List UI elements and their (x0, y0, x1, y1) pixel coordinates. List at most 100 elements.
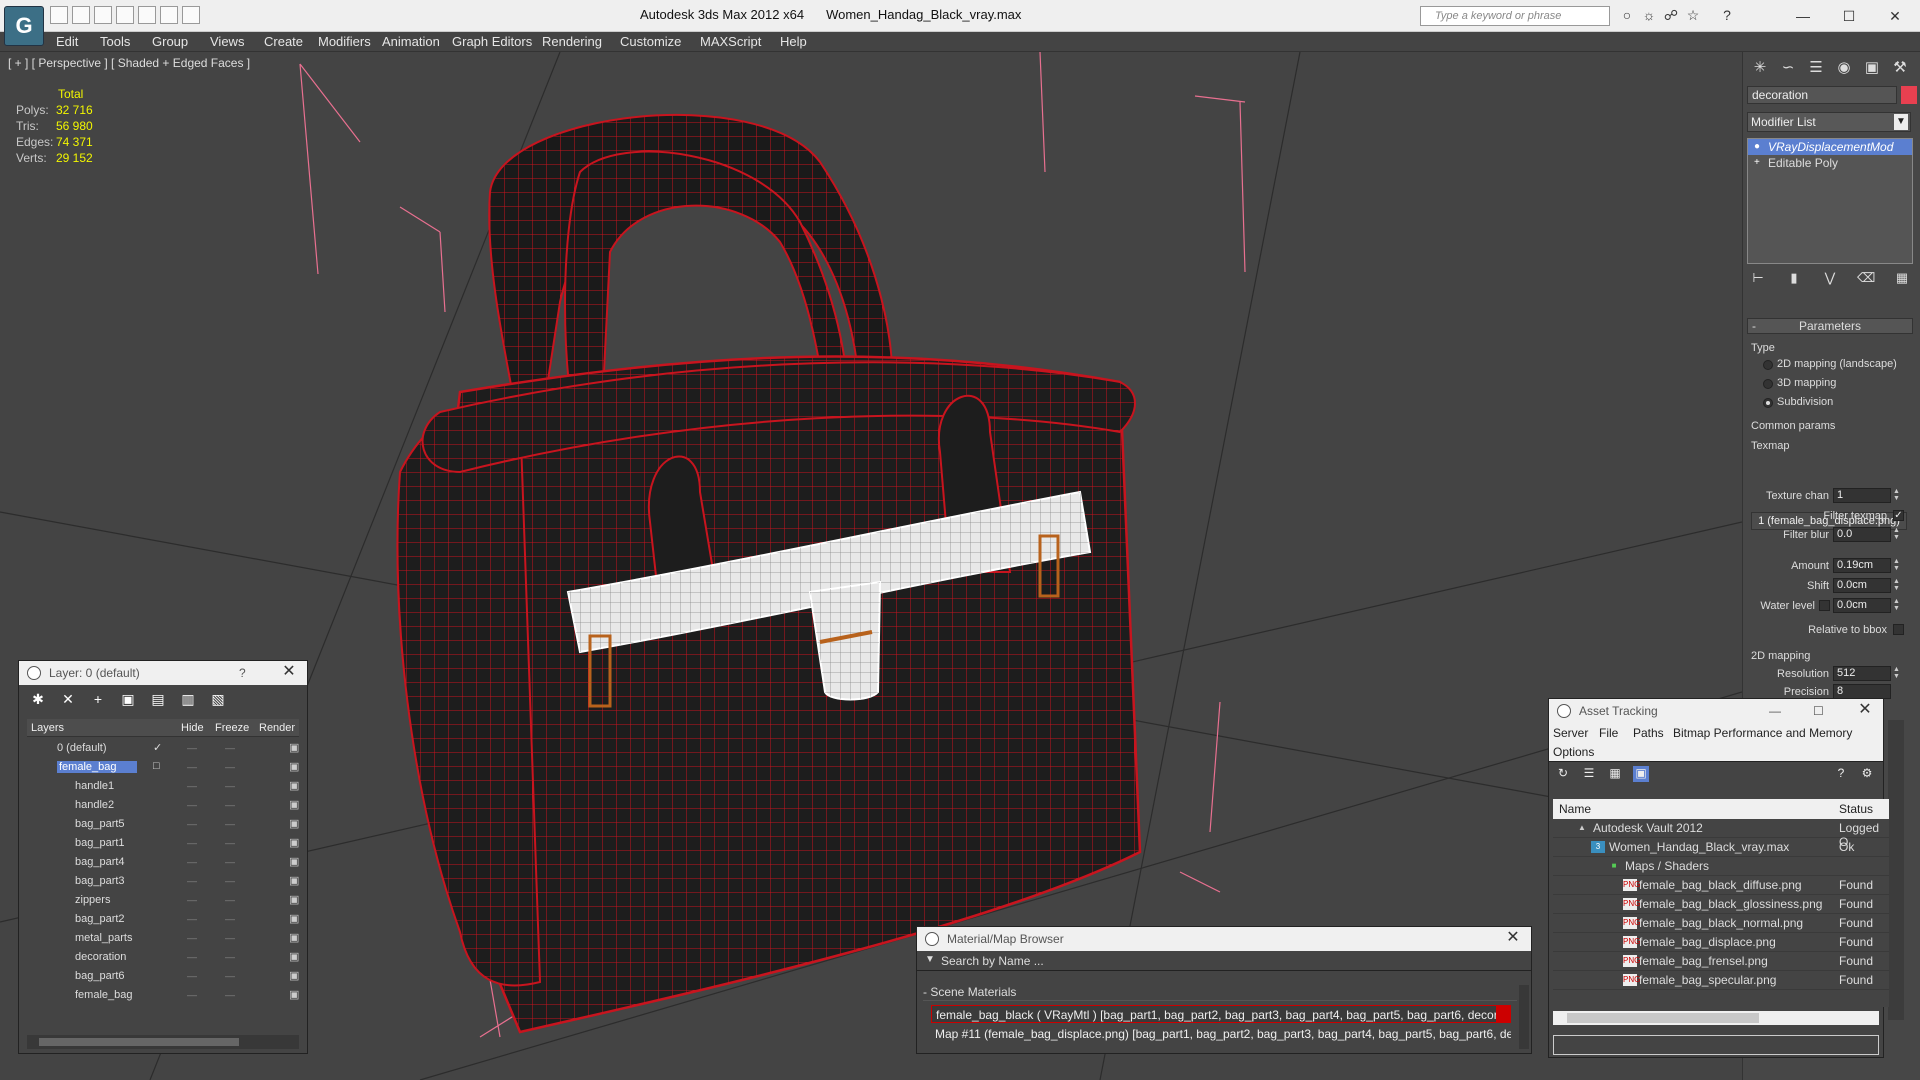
table-view-icon[interactable]: ▣ (1633, 766, 1649, 782)
material-row[interactable]: female_bag_black ( VRayMtl ) [bag_part1,… (931, 1005, 1511, 1023)
asset-row[interactable]: PNG female_bag_black_normal.png Found (1553, 914, 1889, 933)
lightbulb-icon[interactable]: ● (1754, 141, 1764, 152)
menu-maxscript[interactable]: MAXScript (700, 34, 761, 49)
menu-help[interactable]: Help (780, 34, 807, 49)
make-unique-icon[interactable]: ⋁ (1821, 270, 1839, 290)
asset-horizontal-scrollbar[interactable] (1553, 1011, 1879, 1025)
material-vertical-scrollbar[interactable] (1519, 985, 1529, 1049)
relative-bbox-checkbox[interactable] (1893, 624, 1904, 635)
help-icon[interactable]: ? (239, 661, 246, 685)
viewport-label[interactable]: [ + ] [ Perspective ] [ Shaded + Edged F… (8, 56, 250, 70)
redo-icon[interactable] (116, 6, 134, 24)
layer-window-title[interactable]: Layer: 0 (default) ? (19, 661, 307, 685)
layer-row[interactable]: female_bag –– –– ▣ (27, 986, 299, 1005)
layer-row[interactable]: bag_part5 –– –– ▣ (27, 815, 299, 834)
display-tab-icon[interactable]: ▣ (1863, 58, 1881, 76)
asset-window-title[interactable]: Asset Tracking — ☐ (1549, 699, 1883, 723)
object-color-swatch[interactable] (1901, 86, 1917, 104)
asset-row[interactable]: PNG female_bag_specular.png Found (1553, 971, 1889, 990)
delete-layer-icon[interactable]: ✕ (59, 691, 77, 709)
hide-all-icon[interactable]: ▥ (179, 691, 197, 709)
precision-spinner[interactable]: 8 (1833, 684, 1891, 699)
scrollbar-thumb[interactable] (39, 1038, 239, 1046)
menu-tools[interactable]: Tools (100, 34, 130, 49)
layer-row[interactable]: 0 (default) ✓ –– –– ▣ (27, 739, 299, 758)
save-icon[interactable] (72, 6, 90, 24)
help-search-input[interactable]: Type a keyword or phrase (1420, 6, 1610, 26)
menu-rendering[interactable]: Rendering (542, 34, 602, 49)
list-view-icon[interactable]: ☰ (1581, 766, 1597, 782)
layer-row[interactable]: handle2 –– –– ▣ (27, 796, 299, 815)
configure-sets-icon[interactable]: ▦ (1893, 270, 1911, 290)
menu-group[interactable]: Group (152, 34, 188, 49)
maximize-icon[interactable]: ☐ (1826, 4, 1872, 28)
minimize-icon[interactable]: — (1769, 699, 1781, 723)
create-tab-icon[interactable]: ✳ (1751, 58, 1769, 76)
options-arrow-icon[interactable]: ▼ (925, 954, 935, 965)
pin-stack-icon[interactable]: ⊢ (1749, 270, 1767, 290)
material-browser-title[interactable]: Material/Map Browser (917, 927, 1531, 951)
menu-views[interactable]: Views (210, 34, 244, 49)
hold-icon[interactable] (138, 6, 156, 24)
asset-row[interactable]: PNG female_bag_black_diffuse.png Found (1553, 876, 1889, 895)
scrollbar-thumb[interactable] (1567, 1013, 1759, 1023)
tree-view-icon[interactable]: ▦ (1607, 766, 1623, 782)
expand-plus-icon[interactable]: + (1754, 157, 1764, 168)
show-end-result-icon[interactable]: ▮ (1785, 270, 1803, 290)
menu-modifiers[interactable]: Modifiers (318, 34, 371, 49)
water-level-spinner[interactable]: 0.0cm (1833, 598, 1891, 613)
stack-item-vray-displacement[interactable]: ● VRayDisplacementMod (1748, 139, 1912, 155)
menu-create[interactable]: Create (264, 34, 303, 49)
spinner-arrows-icon[interactable]: ▲ ▼ (1893, 598, 1901, 613)
remove-modifier-icon[interactable]: ⌫ (1857, 270, 1875, 290)
favorites-star-icon[interactable]: ☆ (1684, 7, 1702, 25)
layer-row[interactable]: decoration –– –– ▣ (27, 948, 299, 967)
texture-chan-spinner[interactable]: 1 (1833, 488, 1891, 503)
layer-row[interactable]: bag_part1 –– –– ▣ (27, 834, 299, 853)
utilities-tab-icon[interactable]: ⚒ (1891, 58, 1909, 76)
layer-row[interactable]: bag_part3 –– –– ▣ (27, 872, 299, 891)
fetch-icon[interactable] (160, 6, 178, 24)
layer-row[interactable]: bag_part4 –– –– ▣ (27, 853, 299, 872)
help-icon[interactable]: ? (1718, 7, 1736, 25)
help-icon[interactable]: ? (1833, 766, 1849, 782)
minimize-icon[interactable]: — (1780, 4, 1826, 28)
select-objects-icon[interactable]: ▣ (119, 691, 137, 709)
layer-row[interactable]: metal_parts –– –– ▣ (27, 929, 299, 948)
layer-horizontal-scrollbar[interactable] (27, 1035, 299, 1049)
spinner-arrows-icon[interactable]: ▲ ▼ (1893, 578, 1901, 593)
freeze-all-icon[interactable]: ▧ (209, 691, 227, 709)
close-icon[interactable]: ✕ (1857, 699, 1873, 723)
layer-row[interactable]: zippers –– –– ▣ (27, 891, 299, 910)
modify-tab-icon[interactable]: ∽ (1779, 58, 1797, 76)
spinner-arrows-icon[interactable]: ▲ ▼ (1893, 488, 1901, 503)
app-logo-button[interactable]: G (4, 6, 44, 46)
spinner-arrows-icon[interactable]: ▲ ▼ (1893, 666, 1901, 681)
material-search-input[interactable]: Search by Name ... (941, 954, 1044, 968)
stack-item-editable-poly[interactable]: + Editable Poly (1748, 155, 1912, 171)
radio-2d-mapping[interactable]: 2D mapping (landscape) (1763, 358, 1897, 370)
menu-customize[interactable]: Customize (620, 34, 681, 49)
asset-menu-server[interactable]: Server (1553, 726, 1588, 740)
maximize-icon[interactable]: ☐ (1813, 699, 1824, 723)
resolution-spinner[interactable]: 512 (1833, 666, 1891, 681)
layer-row[interactable]: bag_part2 –– –– ▣ (27, 910, 299, 929)
asset-row[interactable]: ■ Maps / Shaders (1553, 857, 1889, 876)
menu-graph-editors[interactable]: Graph Editors (452, 34, 532, 49)
filter-texmap-checkbox[interactable]: ✓ (1893, 510, 1904, 521)
amount-spinner[interactable]: 0.19cm (1833, 558, 1891, 573)
new-layer-icon[interactable]: ✱ (29, 691, 47, 709)
communication-icon[interactable]: ☍ (1662, 7, 1680, 25)
subscription-icon[interactable]: ☼ (1640, 7, 1658, 25)
close-icon[interactable]: ✕ (281, 661, 297, 685)
open-icon[interactable] (50, 6, 68, 24)
radio-3d-mapping[interactable]: 3D mapping (1763, 377, 1836, 389)
shift-spinner[interactable]: 0.0cm (1833, 578, 1891, 593)
refresh-icon[interactable]: ↻ (1555, 766, 1571, 782)
asset-menu-paths[interactable]: Paths (1633, 726, 1664, 740)
water-level-checkbox[interactable] (1819, 600, 1830, 611)
scene-materials-group[interactable]: - Scene Materials (923, 985, 1517, 1001)
object-name-field[interactable]: decoration (1747, 86, 1897, 104)
add-to-layer-icon[interactable]: + (89, 691, 107, 709)
highlight-layer-icon[interactable]: ▤ (149, 691, 167, 709)
